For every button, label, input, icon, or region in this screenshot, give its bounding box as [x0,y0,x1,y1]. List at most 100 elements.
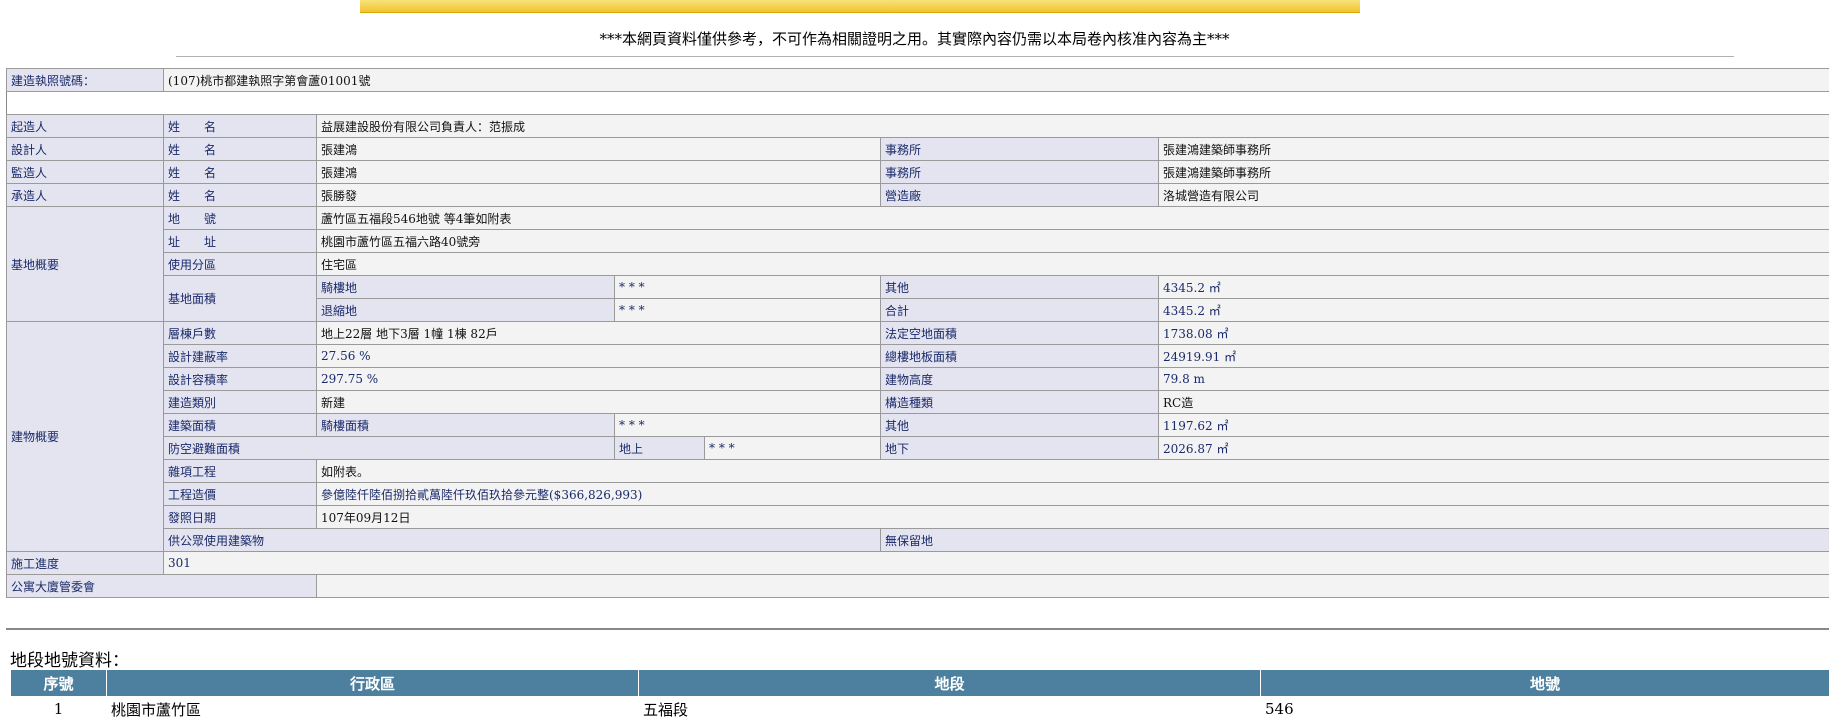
floor-area-label: 總樓地板面積 [881,345,1159,368]
open-space-value: 1738.08 ㎡ [1159,322,1829,345]
building-coverage-row: 設計建蔽率 27.56 % 總樓地板面積 24919.91 ㎡ [7,345,1829,368]
public-label: 供公眾使用建築物 [164,529,881,552]
site-address-row: 址 址 桃園市蘆竹區五福六路40號旁 [7,230,1829,253]
designer-office-value: 張建鴻建築師事務所 [1159,138,1829,161]
lots-cell-lot: 546 [1261,697,1829,722]
lots-table: 序號 行政區 地段 地號 1 桃園市蘆竹區 五福段 546 [10,669,1829,722]
designer-label: 設計人 [7,138,164,161]
committee-value [317,575,1829,598]
supervisor-label: 監造人 [7,161,164,184]
designer-name-label: 姓 名 [164,138,317,161]
building-shelter-row: 防空避難面積 地上 * * * 地下 2026.87 ㎡ [7,437,1829,460]
arcade-area-value: * * * [615,414,881,437]
supervisor-row: 監造人 姓 名 張建鴻 事務所 張建鴻建築師事務所 [7,161,1829,184]
building-floors-row: 建物概要 層棟戶數 地上22層 地下3層 1幢 1棟 82戶 法定空地面積 17… [7,322,1829,345]
supervisor-office-value: 張建鴻建築師事務所 [1159,161,1829,184]
lots-header-district: 行政區 [107,670,639,697]
site-setback-label: 退縮地 [317,299,615,322]
builder-name-label: 姓 名 [164,115,317,138]
site-zoning-row: 使用分區 住宅區 [7,253,1829,276]
far-value: 297.75 % [317,368,881,391]
above-value: * * * [705,437,881,460]
building-public-row: 供公眾使用建築物 無保留地 [7,529,1829,552]
site-lot-row: 基地概要 地 號 蘆竹區五福段546地號 等4筆如附表 [7,207,1829,230]
contractor-name-value: 張勝發 [317,184,881,207]
bld-area-label: 建築面積 [164,414,317,437]
divider [176,56,1734,57]
committee-label: 公寓大廈管委會 [7,575,317,598]
builder-row: 起造人 姓 名 益展建設股份有限公司負責人：范振成 [7,115,1829,138]
below-label: 地下 [881,437,1159,460]
type-label: 建造類別 [164,391,317,414]
site-other-label: 其他 [881,276,1159,299]
committee-row: 公寓大廈管委會 [7,575,1829,598]
site-total-value: 4345.2 ㎡ [1159,299,1829,322]
building-issue-row: 發照日期 107年09月12日 [7,506,1829,529]
site-area-label: 基地面積 [164,276,317,322]
builder-label: 起造人 [7,115,164,138]
lots-header-row: 序號 行政區 地段 地號 [11,670,1829,697]
site-zoning-value: 住宅區 [317,253,1829,276]
height-value: 79.8 m [1159,368,1829,391]
far-label: 設計容積率 [164,368,317,391]
section-divider [6,628,1829,630]
building-misc-row: 雜項工程 如附表。 [7,460,1829,483]
permit-number-row: 建造執照號碼： (107)桃市都建執照字第會蘆01001號 [7,69,1829,92]
site-zoning-label: 使用分區 [164,253,317,276]
site-setback-value: * * * [615,299,881,322]
misc-label: 雜項工程 [164,460,317,483]
lots-cell-seq: 1 [11,697,107,722]
building-cost-row: 工程造價 參億陸仟陸佰捌拾貳萬陸仟玖佰玖拾參元整($366,826,993) [7,483,1829,506]
building-section-label: 建物概要 [7,322,164,552]
coverage-value: 27.56 % [317,345,881,368]
lots-header-seq: 序號 [11,670,107,697]
permit-table: 建造執照號碼： (107)桃市都建執照字第會蘆01001號 起造人 姓 名 益展… [6,68,1829,598]
site-lot-label: 地 號 [164,207,317,230]
building-type-row: 建造類別 新建 構造種類 RC造 [7,391,1829,414]
cost-value: 參億陸仟陸佰捌拾貳萬陸仟玖佰玖拾參元整($366,826,993) [317,483,1829,506]
supervisor-name-value: 張建鴻 [317,161,881,184]
building-far-row: 設計容積率 297.75 % 建物高度 79.8 m [7,368,1829,391]
disclaimer-notice: ***本網頁資料僅供參考，不可作為相關證明之用。其實際內容仍需以本局卷內核准內容… [0,28,1829,49]
contractor-firm-value: 洛城營造有限公司 [1159,184,1829,207]
bld-other-label: 其他 [881,414,1159,437]
permit-number-value: (107)桃市都建執照字第會蘆01001號 [164,69,1829,92]
below-value: 2026.87 ㎡ [1159,437,1829,460]
builder-name-value: 益展建設股份有限公司負責人：范振成 [317,115,1829,138]
designer-office-label: 事務所 [881,138,1159,161]
table-row: 1 桃園市蘆竹區 五福段 546 [11,697,1829,722]
site-arcade-value: * * * [615,276,881,299]
lots-cell-district: 桃園市蘆竹區 [107,697,639,722]
site-address-label: 址 址 [164,230,317,253]
progress-label: 施工進度 [7,552,164,575]
lots-title: 地段地號資料： [10,646,129,671]
structure-label: 構造種類 [881,391,1159,414]
site-section-label: 基地概要 [7,207,164,322]
lots-header-lot: 地號 [1261,670,1829,697]
header-banner [360,0,1360,13]
site-other-value: 4345.2 ㎡ [1159,276,1829,299]
contractor-name-label: 姓 名 [164,184,317,207]
site-total-label: 合計 [881,299,1159,322]
permit-number-label: 建造執照號碼： [7,69,164,92]
floors-value: 地上22層 地下3層 1幢 1棟 82戶 [317,322,881,345]
floor-area-value: 24919.91 ㎡ [1159,345,1829,368]
progress-row: 施工進度 301 [7,552,1829,575]
issue-value: 107年09月12日 [317,506,1829,529]
designer-row: 設計人 姓 名 張建鴻 事務所 張建鴻建築師事務所 [7,138,1829,161]
type-value: 新建 [317,391,881,414]
open-space-label: 法定空地面積 [881,322,1159,345]
shelter-label: 防空避難面積 [164,437,615,460]
misc-value: 如附表。 [317,460,1829,483]
supervisor-office-label: 事務所 [881,161,1159,184]
lots-cell-section: 五福段 [639,697,1261,722]
coverage-label: 設計建蔽率 [164,345,317,368]
issue-label: 發照日期 [164,506,317,529]
contractor-firm-label: 營造廠 [881,184,1159,207]
site-lot-value: 蘆竹區五福段546地號 等4筆如附表 [317,207,1829,230]
progress-value: 301 [164,552,1829,575]
site-arcade-label: 騎樓地 [317,276,615,299]
reserve-label: 無保留地 [881,529,1829,552]
height-label: 建物高度 [881,368,1159,391]
cost-label: 工程造價 [164,483,317,506]
